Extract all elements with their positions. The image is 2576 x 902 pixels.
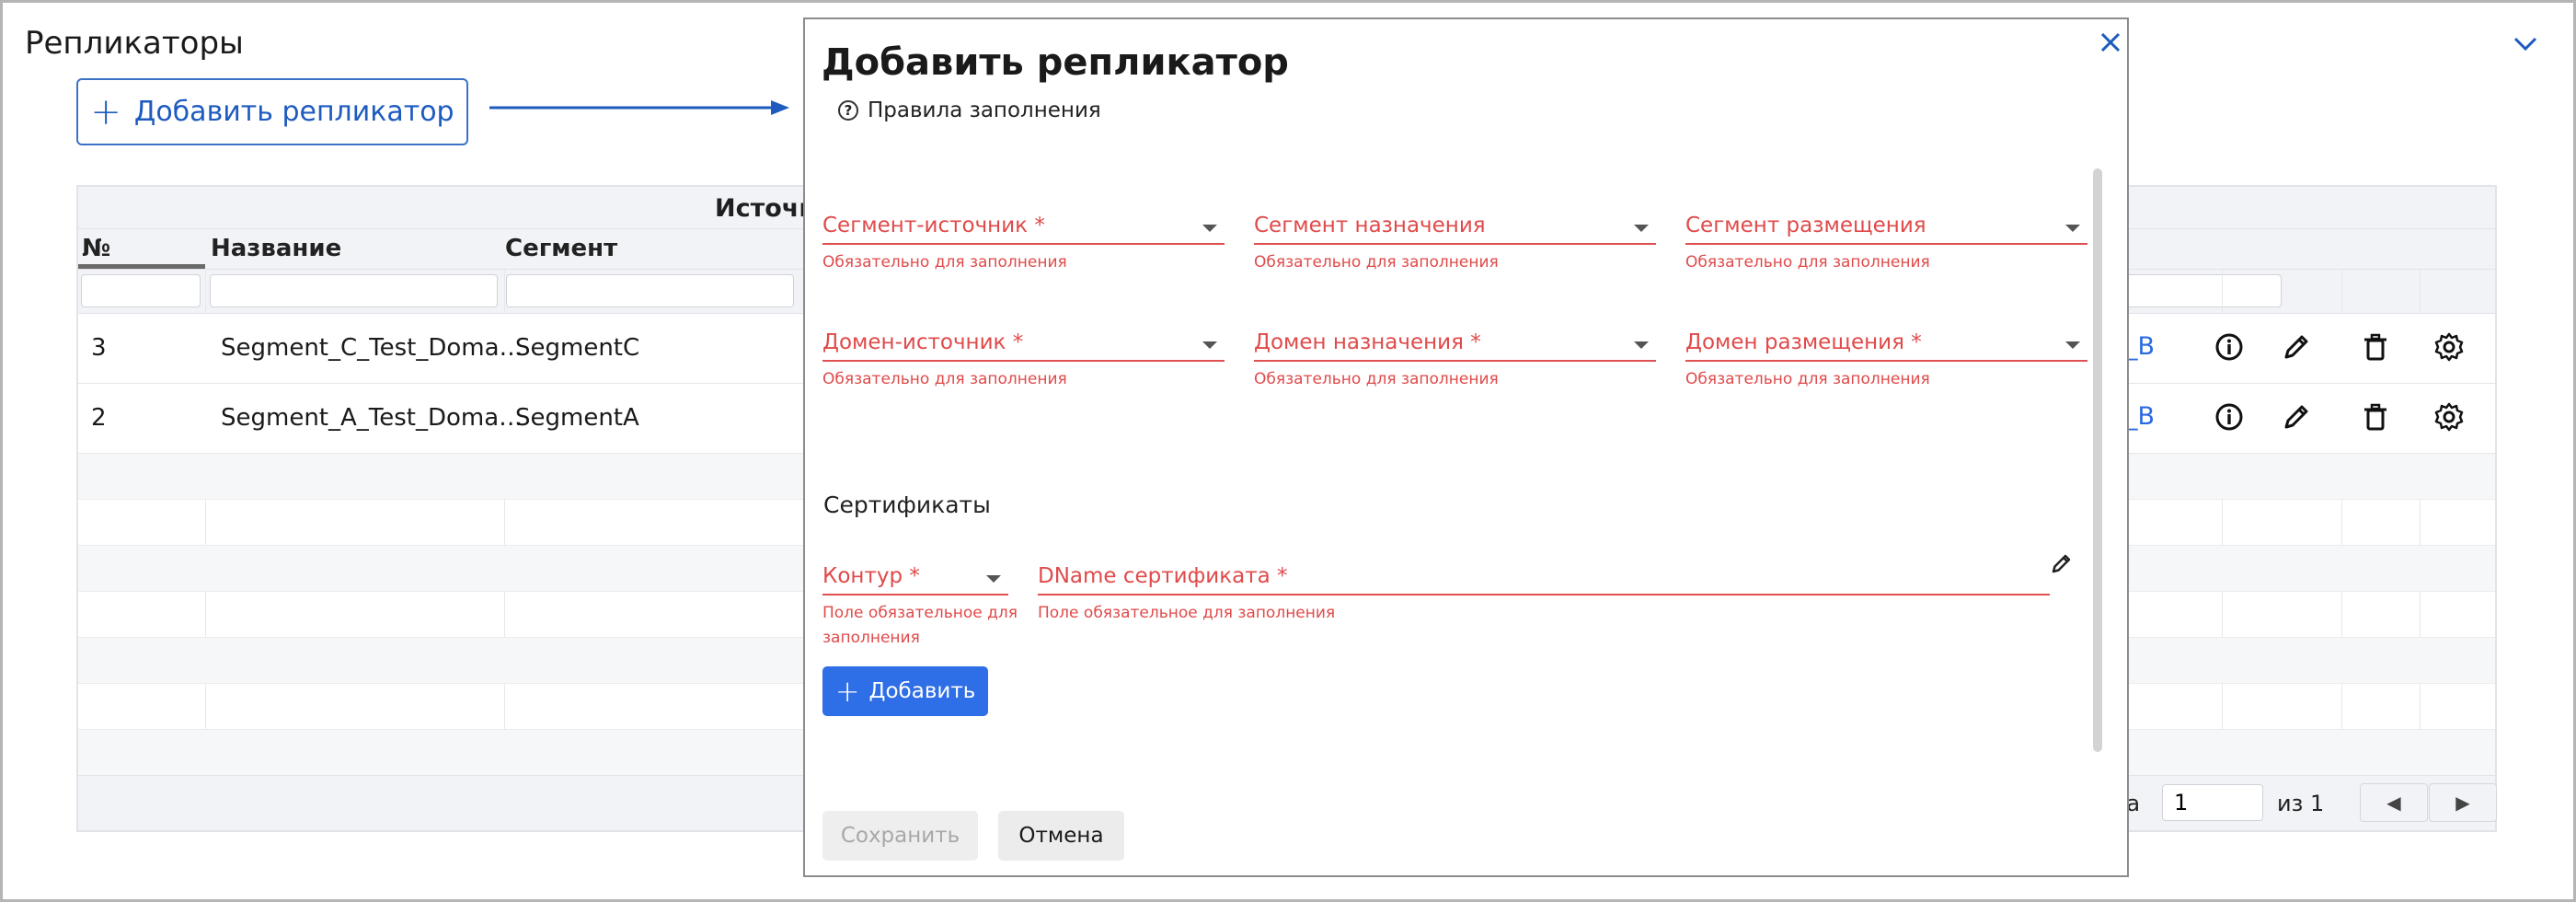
caret-down-icon — [1202, 225, 1217, 232]
sort-indicator — [78, 264, 205, 269]
plus-icon: + — [90, 90, 121, 133]
field-label: DName сертификата * — [1038, 564, 1288, 588]
info-icon[interactable] — [2213, 400, 2246, 434]
field-error: Обязательно для заполнения — [822, 370, 1067, 388]
caret-down-icon — [1634, 341, 1649, 349]
dialog-scrollbar[interactable] — [2093, 168, 2102, 752]
cell-number: 3 — [91, 334, 107, 362]
field-error: Обязательно для заполнения — [1254, 370, 1499, 388]
filter-extra-input[interactable] — [2116, 274, 2282, 307]
gear-icon[interactable] — [2432, 400, 2466, 434]
add-replicator-label: Добавить репликатор — [133, 96, 454, 128]
pencil-icon[interactable] — [2049, 550, 2075, 576]
field-error: Обязательно для заполнения — [1685, 253, 1930, 272]
caret-down-icon — [1202, 341, 1217, 349]
trash-icon[interactable] — [2359, 330, 2392, 364]
filter-name-input[interactable] — [210, 274, 498, 307]
dname-input[interactable]: DName сертификата * — [1038, 562, 2050, 596]
pencil-icon[interactable] — [2280, 330, 2313, 364]
field-label: Сегмент размещения — [1685, 214, 1926, 237]
add-certificate-button[interactable]: + Добавить — [822, 666, 988, 716]
trash-icon[interactable] — [2359, 400, 2392, 434]
plus-icon: + — [834, 674, 860, 709]
add-replicator-dialog: Добавить репликатор ? Правила заполнения… — [803, 17, 2129, 877]
placement-domain-select[interactable]: Домен размещения * — [1685, 329, 2087, 362]
contour-select[interactable]: Контур * — [822, 562, 1008, 596]
pencil-icon[interactable] — [2280, 400, 2313, 434]
gear-icon[interactable] — [2432, 330, 2466, 364]
col-segment[interactable]: Сегмент — [505, 235, 617, 262]
cell-name: Segment_A_Test_Doma… — [221, 404, 523, 432]
cell-segment: SegmentA — [515, 404, 639, 432]
field-label: Контур * — [822, 564, 920, 588]
source-segment-select[interactable]: Сегмент-источник * — [822, 212, 1225, 245]
fill-rules-label: Правила заполнения — [868, 98, 1101, 122]
filter-number-input[interactable] — [81, 274, 201, 307]
save-button[interactable]: Сохранить — [822, 811, 978, 861]
page-total: из 1 — [2277, 791, 2325, 816]
cell-link[interactable]: _B — [2125, 332, 2155, 361]
source-domain-select[interactable]: Домен-источник * — [822, 329, 1225, 362]
field-error: Поле обязательное для заполнения — [822, 604, 1018, 647]
cell-number: 2 — [91, 404, 107, 432]
cell-link[interactable]: _B — [2125, 402, 2155, 431]
field-error: Обязательно для заполнения — [1685, 370, 1930, 388]
target-domain-select[interactable]: Домен назначения * — [1254, 329, 1656, 362]
field-label: Домен назначения * — [1254, 330, 1481, 354]
question-icon: ? — [838, 100, 858, 121]
field-label: Сегмент-источник * — [822, 214, 1045, 237]
dialog-title: Добавить репликатор — [822, 41, 1289, 84]
chevron-down-icon[interactable] — [2510, 28, 2541, 59]
field-error: Обязательно для заполнения — [822, 253, 1067, 272]
add-certificate-label: Добавить — [868, 679, 976, 703]
cell-name: Segment_C_Test_Doma… — [221, 334, 523, 362]
placement-segment-select[interactable]: Сегмент размещения — [1685, 212, 2087, 245]
target-segment-select[interactable]: Сегмент назначения — [1254, 212, 1656, 245]
fill-rules-link[interactable]: ? Правила заполнения — [838, 98, 1101, 122]
next-page-button[interactable]: ▶ — [2429, 783, 2497, 822]
prev-page-button[interactable]: ◀ — [2360, 783, 2428, 822]
filter-segment-input[interactable] — [506, 274, 794, 307]
caret-down-icon — [2065, 225, 2080, 232]
close-icon[interactable] — [2095, 27, 2126, 58]
arrow-right-icon — [489, 100, 789, 115]
cell-segment: SegmentC — [515, 334, 640, 362]
field-error: Поле обязательное для заполнения — [1038, 604, 1336, 622]
page-number-input[interactable] — [2162, 784, 2263, 821]
field-error: Обязательно для заполнения — [1254, 253, 1499, 272]
caret-down-icon — [2065, 341, 2080, 349]
field-label: Домен-источник * — [822, 330, 1024, 354]
add-replicator-button[interactable]: + Добавить репликатор — [76, 78, 468, 145]
page-title: Репликаторы — [25, 25, 244, 62]
info-icon[interactable] — [2213, 330, 2246, 364]
col-number[interactable]: № — [82, 235, 110, 262]
cancel-button[interactable]: Отмена — [998, 811, 1124, 861]
col-name[interactable]: Название — [211, 235, 341, 262]
caret-down-icon — [1634, 225, 1649, 232]
caret-down-icon — [986, 575, 1001, 583]
field-label: Сегмент назначения — [1254, 214, 1486, 237]
certificates-title: Сертификаты — [823, 491, 991, 518]
field-label: Домен размещения * — [1685, 330, 1922, 354]
